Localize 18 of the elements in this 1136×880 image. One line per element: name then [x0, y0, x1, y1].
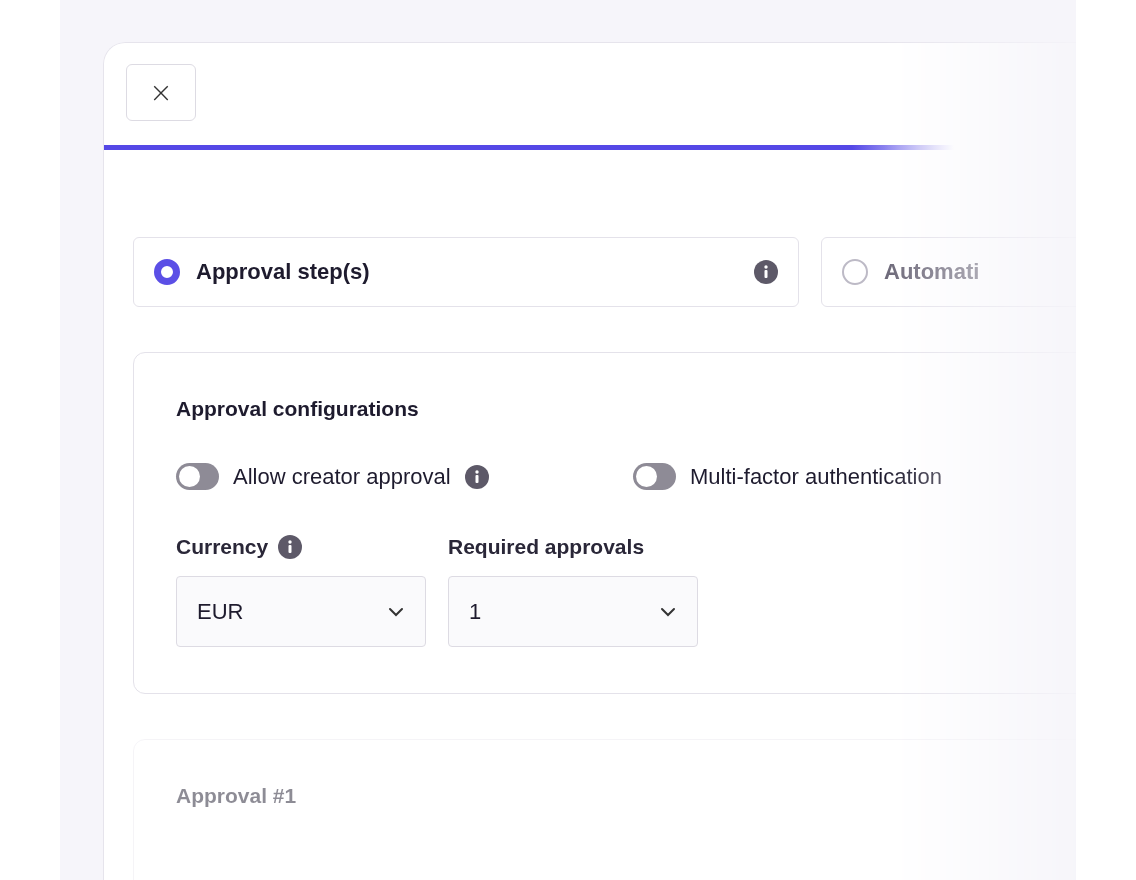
field-label: Currency	[176, 535, 269, 559]
radio-button[interactable]	[842, 259, 868, 285]
toggle-switch[interactable]	[176, 463, 219, 490]
dropdown-field[interactable]: 1	[448, 576, 698, 647]
option-label: Automati	[884, 259, 981, 285]
toggle-label: Allow creator approval	[233, 463, 451, 490]
close-button[interactable]: ×	[126, 64, 196, 121]
dropdown-field[interactable]: EUR	[176, 576, 426, 647]
chevron-down-icon	[659, 605, 677, 618]
section-title: Approval #1	[176, 784, 298, 808]
radio-button[interactable]	[154, 259, 180, 285]
toggle-switch[interactable]	[633, 463, 676, 490]
section-title: Approval configurations	[176, 397, 420, 421]
radio-option[interactable]: Approval step(s)	[133, 237, 799, 307]
toggle-label: Multi-factor authentication	[690, 463, 942, 490]
field-label: Required approvals	[448, 535, 645, 559]
option-label: Approval step(s)	[196, 259, 371, 285]
chevron-down-icon	[387, 605, 405, 618]
